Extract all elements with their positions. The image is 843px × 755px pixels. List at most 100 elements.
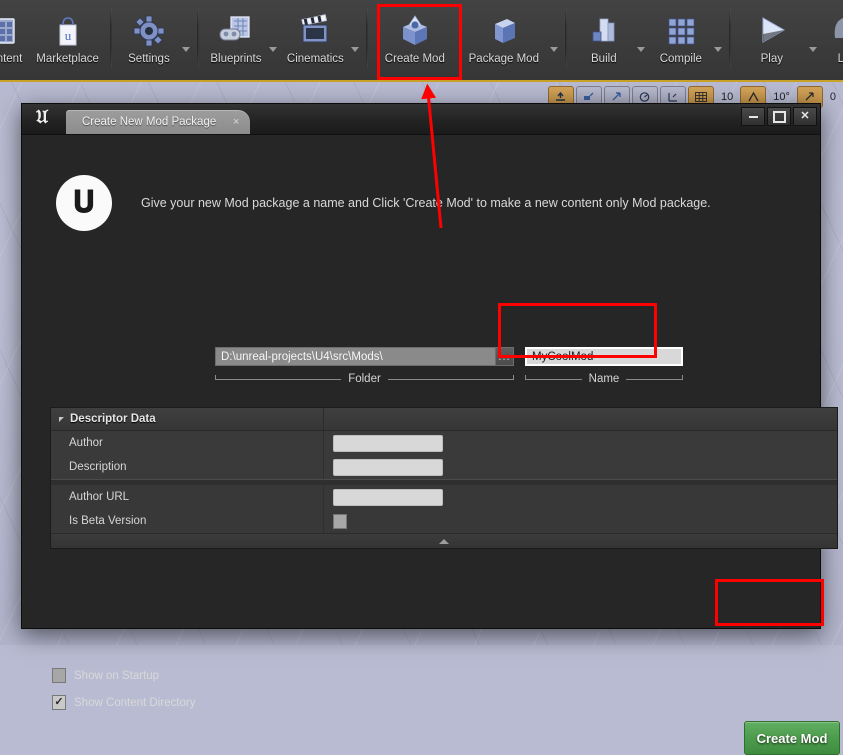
toolbar-item-label: Compile <box>659 53 702 65</box>
close-icon[interactable]: × <box>230 116 242 128</box>
blueprints-dropdown-caret[interactable] <box>268 47 277 52</box>
chevron-up-icon <box>439 538 449 544</box>
close-button[interactable]: ✕ <box>793 107 817 126</box>
descriptor-panel-collapse-bar[interactable] <box>51 533 837 548</box>
toolbar-item-label: Play <box>760 53 783 65</box>
description-input[interactable] <box>333 458 443 476</box>
marketplace-bag-icon: u <box>50 10 86 52</box>
compile-dropdown-caret[interactable] <box>713 47 722 52</box>
is-beta-version-checkbox[interactable] <box>333 513 347 529</box>
folder-path-input[interactable]: D:\unreal-projects\U4\src\Mods\ <box>215 347 496 366</box>
grid-snap-value[interactable]: 10 <box>716 91 738 103</box>
editor-toolbar: Content u Marketplace <box>0 0 843 82</box>
launch-icon <box>827 10 843 52</box>
toolbar-item-launch[interactable]: L <box>820 0 843 78</box>
descriptor-group-2: Author URL Is Beta Version <box>51 485 837 533</box>
property-value <box>323 488 443 506</box>
angle-snap-value[interactable]: 10° <box>768 91 795 103</box>
descriptor-data-panel: Descriptor Data Author Description Autho… <box>50 407 838 549</box>
toolbar-item-blueprints[interactable]: Blueprints <box>203 0 269 65</box>
property-label: Author <box>69 437 103 449</box>
option-show-content-directory[interactable]: ✓ Show Content Directory <box>52 695 195 710</box>
toolbar-separator <box>109 8 112 68</box>
create-mod-box-icon <box>395 10 435 52</box>
toolbar-separator <box>728 8 731 68</box>
package-mod-box-icon <box>485 10 523 52</box>
property-row-author: Author <box>51 431 837 455</box>
header-column-divider <box>323 408 324 430</box>
column-divider <box>323 431 324 455</box>
path-and-name-row: D:\unreal-projects\U4\src\Mods\ ... Fold… <box>215 347 683 385</box>
folder-caption-rule: Folder <box>215 373 515 385</box>
scale-snap-value[interactable]: 0 <box>825 91 841 103</box>
column-divider <box>323 485 324 509</box>
property-label: Is Beta Version <box>69 515 147 527</box>
minimize-button[interactable] <box>741 107 765 126</box>
settings-dropdown-caret[interactable] <box>181 47 190 52</box>
toolbar-item-label: Settings <box>128 53 170 65</box>
toolbar-item-compile[interactable]: Compile <box>648 0 714 65</box>
folder-field-group: D:\unreal-projects\U4\src\Mods\ ... Fold… <box>215 347 515 385</box>
author-url-input[interactable] <box>333 488 443 506</box>
name-caption-rule: Name <box>525 373 683 385</box>
author-input[interactable] <box>333 434 443 452</box>
caption-rule-left <box>215 374 342 380</box>
collapse-triangle-icon <box>59 416 64 422</box>
toolbar-item-build[interactable]: Build <box>571 0 637 65</box>
toolbar-item-label: Package Mod <box>468 53 539 65</box>
create-new-mod-package-dialog: 𝔘 Create New Mod Package × ✕ 𝐔 Give your… <box>21 103 840 755</box>
name-caption: Name <box>588 373 620 385</box>
caption-rule-right <box>387 374 515 380</box>
caption-rule-left <box>525 374 582 380</box>
toolbar-item-package-mod[interactable]: Package Mod <box>458 0 550 65</box>
descriptor-data-header[interactable]: Descriptor Data <box>51 408 837 431</box>
toolbar-item-label: Cinematics <box>286 53 344 65</box>
play-dropdown-caret[interactable] <box>808 47 817 52</box>
maximize-button[interactable] <box>767 107 791 126</box>
toolbar-item-create-mod[interactable]: Create Mod <box>372 0 458 78</box>
toolbar-item-settings[interactable]: Settings <box>116 0 182 65</box>
caption-rule-right <box>626 374 683 380</box>
toolbar-item-play[interactable]: Play <box>735 0 809 65</box>
checkbox[interactable] <box>52 668 66 683</box>
toolbar-item-content[interactable]: Content <box>0 0 29 78</box>
toolbar-item-cinematics[interactable]: Cinematics <box>280 0 351 65</box>
dialog-tab[interactable]: Create New Mod Package × <box>66 110 251 134</box>
property-value <box>323 434 443 452</box>
descriptor-group-1: Author Description <box>51 431 837 479</box>
maximize-icon <box>772 110 786 123</box>
property-value <box>323 458 443 476</box>
package-mod-dropdown-caret[interactable] <box>549 47 558 52</box>
build-dropdown-caret[interactable] <box>636 47 645 52</box>
toolbar-strip: Content u Marketplace <box>0 0 843 78</box>
mod-name-input[interactable]: MyCoolMod <box>525 347 683 366</box>
create-mod-submit-button[interactable]: Create Mod <box>744 721 840 755</box>
property-row-author-url: Author URL <box>51 485 837 509</box>
toolbar-item-label: Blueprints <box>210 53 262 65</box>
option-show-on-startup[interactable]: Show on Startup <box>52 668 195 683</box>
toolbar-separator <box>196 8 199 68</box>
dialog-titlebar[interactable]: 𝔘 Create New Mod Package × ✕ <box>22 104 820 135</box>
toolbar-separator <box>564 8 567 68</box>
toolbar-item-label: Build <box>591 53 617 65</box>
create-mod-button-label: Create Mod <box>756 730 828 746</box>
checkbox[interactable]: ✓ <box>52 695 66 710</box>
dialog-options: Show on Startup ✓ Show Content Directory <box>52 668 195 710</box>
dialog-instruction-text: Give your new Mod package a name and Cli… <box>141 196 711 210</box>
browse-folder-button[interactable]: ... <box>496 347 514 366</box>
toolbar-item-label: Content <box>0 53 23 65</box>
property-label: Description <box>69 461 127 473</box>
content-browser-icon <box>0 10 20 52</box>
toolbar-item-marketplace[interactable]: u Marketplace <box>29 0 106 78</box>
dialog-tab-label: Create New Mod Package <box>82 116 217 128</box>
compile-cubes-icon <box>662 10 700 52</box>
toolbar-separator <box>365 8 368 68</box>
build-icon <box>586 10 622 52</box>
cinematics-dropdown-caret[interactable] <box>350 47 359 52</box>
play-triangle-icon <box>752 10 792 52</box>
svg-text:u: u <box>64 28 71 43</box>
descriptor-data-title: Descriptor Data <box>70 413 156 425</box>
cinematics-clapperboard-icon <box>296 10 334 52</box>
svg-text:𝐔: 𝐔 <box>73 186 95 219</box>
toolbar-item-label: Marketplace <box>36 53 99 65</box>
